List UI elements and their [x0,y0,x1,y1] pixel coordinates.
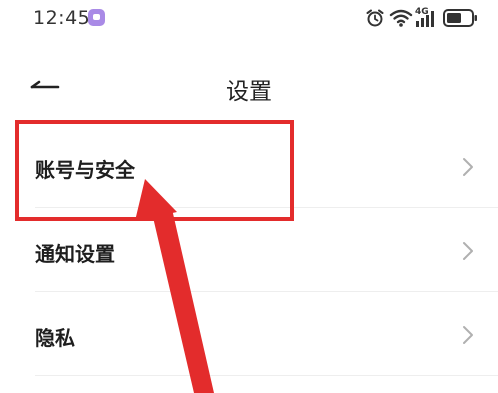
chevron-right-icon [463,242,473,260]
status-icons: 4G [365,5,480,31]
divider [35,207,498,208]
settings-item-label: 账号与安全 [35,158,135,182]
status-time: 12:45 [33,7,91,29]
settings-item-label: 隐私 [35,326,75,350]
settings-item-account-security[interactable]: 账号与安全 [0,126,498,208]
chevron-right-icon [463,326,473,344]
page-title: 设置 [226,79,272,105]
divider [35,291,498,292]
chevron-right-icon [463,158,473,176]
settings-item-label: 通知设置 [35,242,115,266]
navigation-bar: 设置 [0,58,498,113]
divider [35,375,498,376]
settings-item-privacy[interactable]: 隐私 [0,294,498,376]
app-notification-icon [88,9,105,26]
wifi-icon [389,9,413,27]
battery-icon [443,9,477,27]
status-bar: 12:45 4G [0,0,498,40]
settings-item-notifications[interactable]: 通知设置 [0,210,498,292]
signal-icon: 4G [415,7,434,27]
alarm-icon [366,9,384,27]
